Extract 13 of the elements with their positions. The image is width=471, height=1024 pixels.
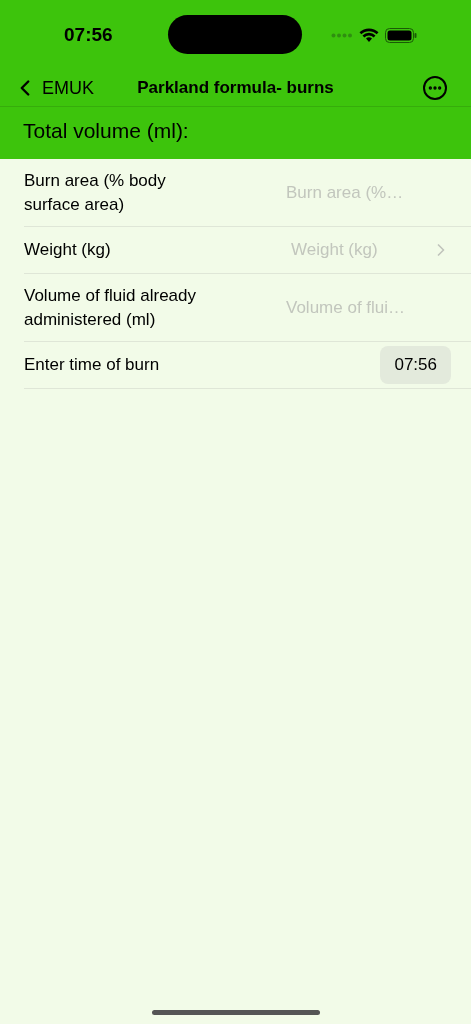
more-button[interactable]	[423, 76, 447, 100]
nav-title: Parkland formula- burns	[137, 77, 334, 100]
total-volume-label: Total volume (ml):	[23, 118, 189, 144]
field-label: Burn area (% body surface area)	[24, 169, 167, 216]
field-label: Enter time of burn	[24, 354, 161, 376]
wifi-icon	[359, 27, 379, 43]
field-label: Weight (kg)	[24, 239, 112, 261]
field-label: Volume of fluid already administered (ml)	[24, 284, 197, 331]
back-button[interactable]: EMUK	[12, 74, 94, 102]
status-time: 07:56	[64, 22, 113, 47]
battery-icon	[385, 27, 417, 43]
signal-icon	[331, 32, 353, 38]
time-button[interactable]: 07:56	[380, 346, 451, 384]
